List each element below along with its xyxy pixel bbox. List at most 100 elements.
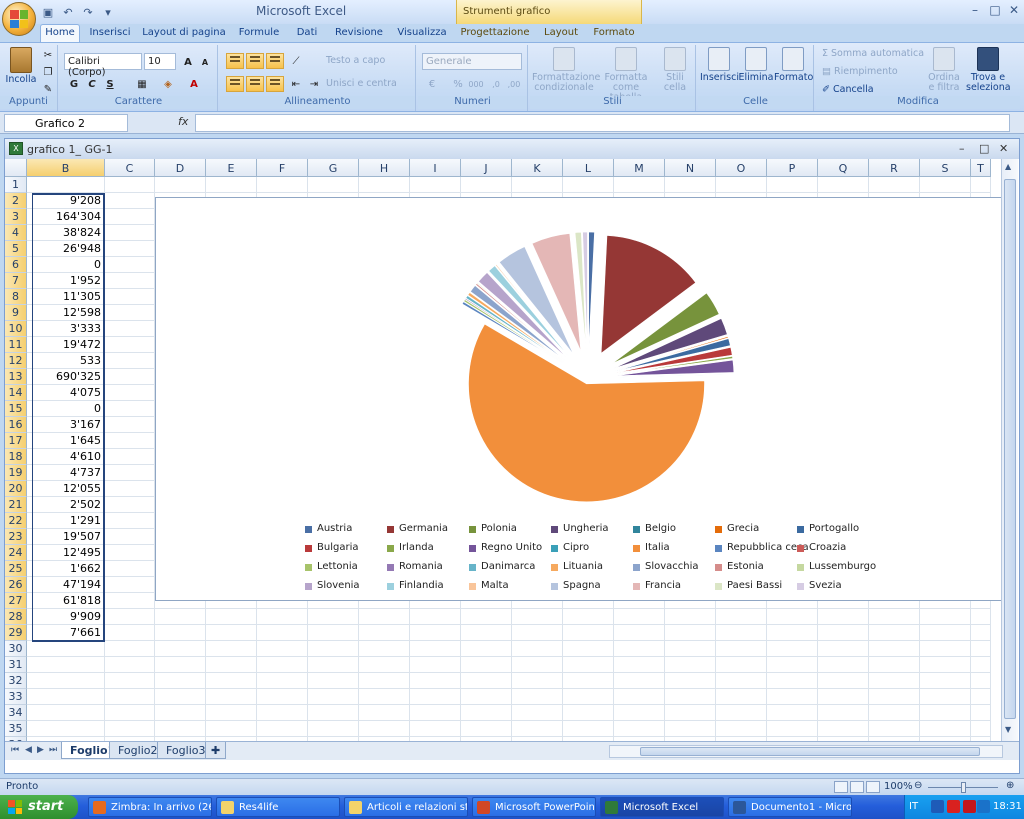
cell[interactable] bbox=[155, 177, 206, 193]
cell-b[interactable]: 0 bbox=[27, 257, 105, 273]
cell[interactable] bbox=[512, 705, 563, 721]
cell[interactable] bbox=[105, 609, 155, 625]
sort-filter-button[interactable]: Ordina e filtra bbox=[924, 47, 964, 93]
cell[interactable] bbox=[614, 673, 665, 689]
first-sheet-icon[interactable]: ⏮ bbox=[11, 745, 19, 755]
cell-styles-button[interactable]: Stili cella bbox=[656, 47, 694, 93]
cell[interactable] bbox=[461, 673, 512, 689]
cell[interactable] bbox=[359, 673, 410, 689]
align-top-icon[interactable] bbox=[226, 53, 244, 69]
cell[interactable] bbox=[869, 657, 920, 673]
row-header[interactable]: 17 bbox=[5, 433, 27, 449]
cell[interactable] bbox=[461, 609, 512, 625]
cell[interactable] bbox=[206, 673, 257, 689]
column-header[interactable]: K bbox=[512, 159, 563, 177]
cell[interactable] bbox=[105, 289, 155, 305]
cell[interactable] bbox=[257, 641, 308, 657]
cell-b[interactable] bbox=[27, 177, 105, 193]
legend-item[interactable]: Romania bbox=[387, 561, 443, 575]
tab-view[interactable]: Visualizza bbox=[394, 25, 450, 42]
cell[interactable] bbox=[665, 721, 716, 737]
cell[interactable] bbox=[461, 625, 512, 641]
font-size-combo[interactable]: 10 bbox=[144, 53, 176, 70]
row-header[interactable]: 7 bbox=[5, 273, 27, 289]
cell[interactable] bbox=[105, 257, 155, 273]
cell[interactable] bbox=[614, 721, 665, 737]
wb-restore-icon[interactable]: □ bbox=[979, 142, 989, 155]
column-header[interactable]: S bbox=[920, 159, 971, 177]
font-name-combo[interactable]: Calibri (Corpo) bbox=[64, 53, 142, 78]
row-header[interactable]: 6 bbox=[5, 257, 27, 273]
cell[interactable] bbox=[359, 657, 410, 673]
row-header[interactable]: 35 bbox=[5, 721, 27, 737]
cell[interactable] bbox=[665, 705, 716, 721]
task-res4life[interactable]: Res4life bbox=[216, 797, 340, 817]
cell[interactable] bbox=[105, 193, 155, 209]
cell[interactable] bbox=[410, 673, 461, 689]
decrease-decimal-icon[interactable]: ,00 bbox=[506, 76, 522, 92]
zoom-level[interactable]: 100% bbox=[884, 781, 913, 792]
orientation-icon[interactable]: ⟋ bbox=[288, 53, 304, 69]
cell[interactable] bbox=[563, 673, 614, 689]
cell-b[interactable]: 7'661 bbox=[27, 625, 105, 641]
vpn-icon[interactable] bbox=[963, 800, 976, 813]
cell[interactable] bbox=[665, 625, 716, 641]
undo-icon[interactable]: ↶ bbox=[60, 5, 76, 19]
row-header[interactable]: 3 bbox=[5, 209, 27, 225]
cell[interactable] bbox=[869, 721, 920, 737]
align-right-icon[interactable] bbox=[266, 76, 284, 92]
cell-b[interactable]: 1'662 bbox=[27, 561, 105, 577]
tab-formulas[interactable]: Formule bbox=[234, 25, 284, 42]
cell-b[interactable]: 1'291 bbox=[27, 513, 105, 529]
cell[interactable] bbox=[359, 625, 410, 641]
cell-b[interactable] bbox=[27, 705, 105, 721]
merge-center-button[interactable]: Unisci e centra bbox=[326, 79, 397, 89]
cell[interactable] bbox=[206, 721, 257, 737]
row-header[interactable]: 5 bbox=[5, 241, 27, 257]
cell[interactable] bbox=[155, 705, 206, 721]
cell[interactable] bbox=[767, 705, 818, 721]
legend-item[interactable]: Bulgaria bbox=[305, 542, 358, 556]
cell[interactable] bbox=[716, 641, 767, 657]
cell[interactable] bbox=[716, 609, 767, 625]
row-header[interactable]: 13 bbox=[5, 369, 27, 385]
cell-b[interactable] bbox=[27, 641, 105, 657]
close-icon[interactable]: ✕ bbox=[1005, 3, 1023, 17]
cell[interactable] bbox=[410, 705, 461, 721]
cell[interactable] bbox=[155, 721, 206, 737]
cell[interactable] bbox=[257, 673, 308, 689]
legend-item[interactable]: Finlandia bbox=[387, 580, 444, 594]
paste-button[interactable]: Incolla bbox=[4, 47, 38, 85]
cell[interactable] bbox=[105, 705, 155, 721]
cell[interactable] bbox=[971, 721, 991, 737]
cell-b[interactable]: 4'737 bbox=[27, 465, 105, 481]
cell-b[interactable]: 9'909 bbox=[27, 609, 105, 625]
cell[interactable] bbox=[105, 449, 155, 465]
cell[interactable] bbox=[410, 689, 461, 705]
column-header[interactable]: D bbox=[155, 159, 206, 177]
column-header[interactable]: H bbox=[359, 159, 410, 177]
cell[interactable] bbox=[563, 177, 614, 193]
cell[interactable] bbox=[308, 689, 359, 705]
cell[interactable] bbox=[920, 609, 971, 625]
column-header[interactable]: E bbox=[206, 159, 257, 177]
cell[interactable] bbox=[308, 705, 359, 721]
cell[interactable] bbox=[716, 625, 767, 641]
cell[interactable] bbox=[818, 625, 869, 641]
task-zimbra[interactable]: Zimbra: In arrivo (26... bbox=[88, 797, 212, 817]
cell[interactable] bbox=[716, 673, 767, 689]
cell[interactable] bbox=[869, 641, 920, 657]
cell[interactable] bbox=[665, 177, 716, 193]
cell-b[interactable]: 1'645 bbox=[27, 433, 105, 449]
cell[interactable] bbox=[920, 625, 971, 641]
cell[interactable] bbox=[461, 721, 512, 737]
cell[interactable] bbox=[869, 177, 920, 193]
cell[interactable] bbox=[971, 673, 991, 689]
cell[interactable] bbox=[716, 657, 767, 673]
legend-item[interactable]: Lettonia bbox=[305, 561, 358, 575]
cell[interactable] bbox=[614, 177, 665, 193]
cell[interactable] bbox=[105, 273, 155, 289]
cell[interactable] bbox=[257, 705, 308, 721]
cell-b[interactable]: 0 bbox=[27, 401, 105, 417]
name-box[interactable]: Grafico 2 bbox=[4, 114, 128, 132]
